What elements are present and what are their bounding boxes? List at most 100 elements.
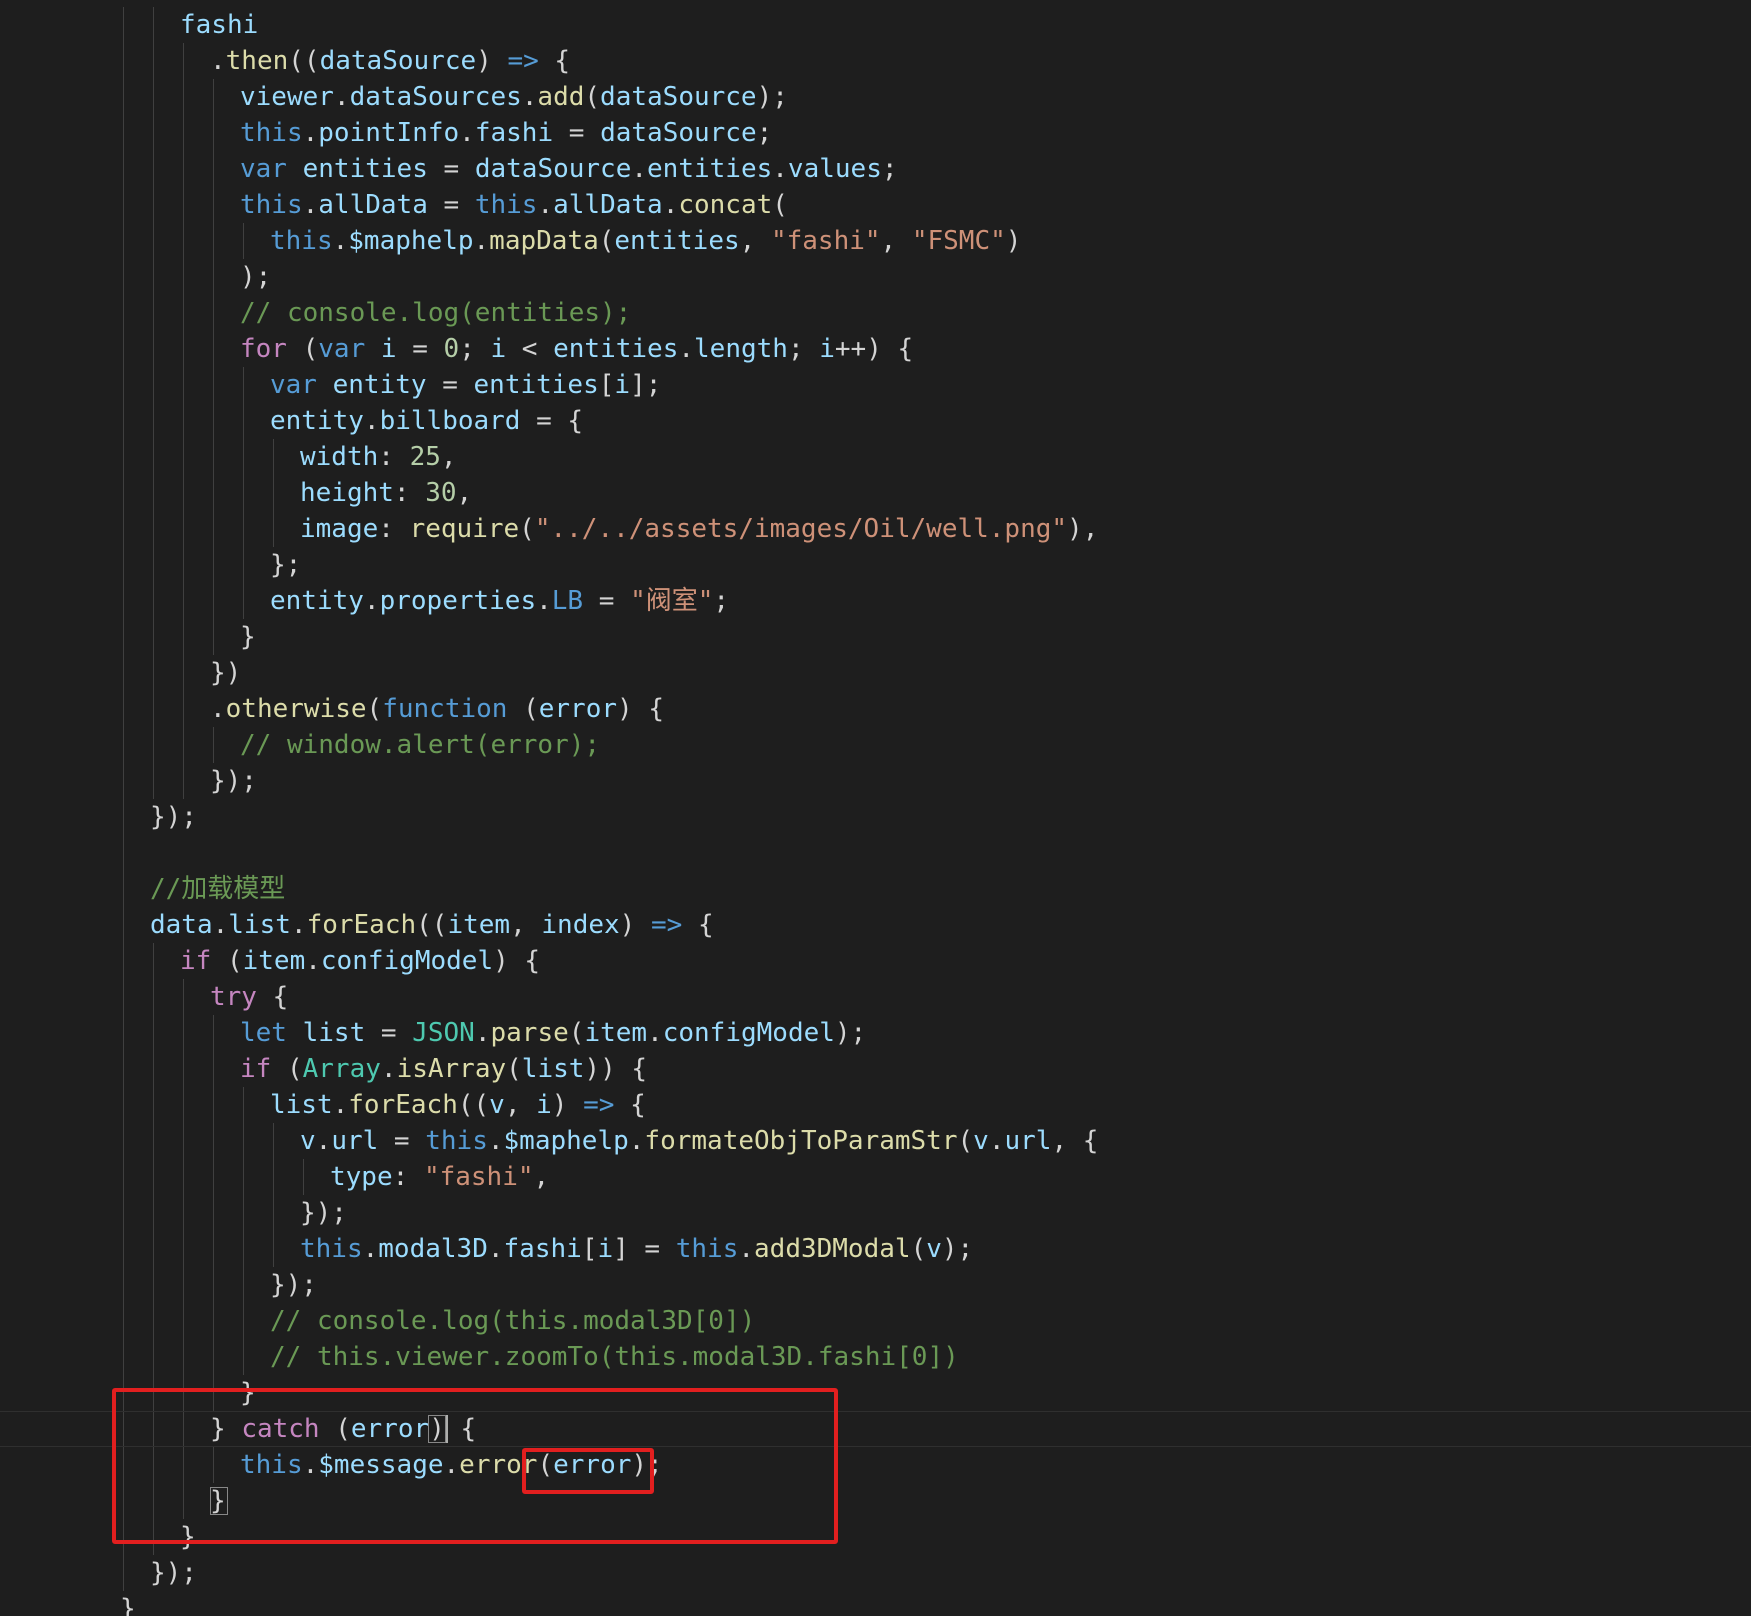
code-token: ( bbox=[772, 190, 788, 220]
code-line[interactable]: entity.properties.LB = "阀室"; bbox=[0, 583, 729, 619]
code-token: ; bbox=[756, 118, 773, 148]
code-token: list bbox=[228, 910, 291, 940]
code-token: . bbox=[333, 82, 350, 112]
code-token: type bbox=[330, 1162, 393, 1192]
code-token: . bbox=[678, 334, 695, 364]
code-line[interactable]: }; bbox=[0, 547, 301, 583]
code-token: mapData bbox=[489, 226, 599, 256]
code-line[interactable]: let list = JSON.parse(item.configModel); bbox=[0, 1015, 866, 1051]
code-line[interactable]: // window.alert(error); bbox=[0, 727, 600, 763]
code-token: viewer bbox=[240, 82, 334, 112]
code-line[interactable]: }); bbox=[0, 1195, 347, 1231]
code-token: for bbox=[240, 334, 287, 364]
code-line[interactable]: this.allData = this.allData.concat( bbox=[0, 187, 788, 223]
code-line[interactable]: list.forEach((v, i) => { bbox=[0, 1087, 646, 1123]
code-token: height bbox=[300, 478, 394, 508]
code-token: = bbox=[553, 118, 601, 148]
code-token: if bbox=[240, 1054, 272, 1084]
code-token: dataSources bbox=[349, 82, 522, 112]
code-line[interactable]: height: 30, bbox=[0, 475, 472, 511]
code-token: }); bbox=[150, 802, 197, 832]
code-line[interactable]: viewer.dataSources.add(dataSource); bbox=[0, 79, 788, 115]
code-token: require bbox=[409, 514, 520, 544]
code-line[interactable]: }); bbox=[0, 763, 257, 799]
code-token: ; bbox=[713, 586, 730, 616]
code-line[interactable]: } bbox=[0, 1591, 136, 1616]
code-token: }); bbox=[150, 1558, 197, 1588]
code-token: image bbox=[300, 514, 379, 544]
code-line[interactable]: .otherwise(function (error) { bbox=[0, 691, 664, 727]
code-token: if bbox=[180, 946, 212, 976]
code-token: }); bbox=[270, 1270, 317, 1300]
code-line[interactable]: if (Array.isArray(list)) { bbox=[0, 1051, 647, 1087]
code-token: data bbox=[150, 910, 213, 940]
code-token: LB bbox=[551, 586, 584, 616]
code-line[interactable]: v.url = this.$maphelp.formateObjToParamS… bbox=[0, 1123, 1098, 1159]
code-token: dataSource bbox=[319, 46, 477, 76]
code-line[interactable]: var entities = dataSource.entities.value… bbox=[0, 151, 898, 187]
code-token: list bbox=[270, 1090, 333, 1120]
code-token: . bbox=[536, 586, 552, 616]
code-line[interactable]: }); bbox=[0, 1267, 317, 1303]
code-line[interactable]: if (item.configModel) { bbox=[0, 943, 540, 979]
code-token: list bbox=[521, 1054, 585, 1084]
code-token: . bbox=[487, 1234, 504, 1264]
code-token: }); bbox=[300, 1198, 347, 1228]
catch-block-annotation-box bbox=[112, 1388, 838, 1544]
code-token: ( bbox=[507, 694, 539, 724]
code-line[interactable]: data.list.forEach((item, index) => { bbox=[0, 907, 714, 943]
code-token: . bbox=[363, 586, 380, 616]
code-token: concat bbox=[678, 190, 773, 220]
code-token: entity bbox=[332, 370, 427, 400]
code-line[interactable]: }); bbox=[0, 799, 197, 835]
code-line[interactable] bbox=[0, 835, 150, 871]
code-line[interactable]: entity.billboard = { bbox=[0, 403, 583, 439]
code-line[interactable]: ); bbox=[0, 259, 271, 295]
code-token: properties bbox=[379, 586, 537, 616]
code-token: }); bbox=[210, 766, 257, 796]
code-line[interactable]: // console.log(entities); bbox=[0, 295, 631, 331]
code-token: ( bbox=[910, 1234, 927, 1264]
code-line[interactable]: // this.viewer.zoomTo(this.modal3D.fashi… bbox=[0, 1339, 959, 1375]
code-line[interactable]: } bbox=[0, 619, 256, 655]
code-token: v bbox=[926, 1234, 942, 1264]
code-line[interactable]: type: "fashi", bbox=[0, 1159, 549, 1195]
code-token: } bbox=[120, 1594, 136, 1616]
code-token: . bbox=[210, 694, 226, 724]
code-token: v bbox=[489, 1090, 505, 1120]
code-line[interactable]: .then((dataSource) => { bbox=[0, 43, 570, 79]
code-token: ); bbox=[834, 1018, 867, 1048]
code-token: 0 bbox=[443, 334, 460, 364]
code-token: try bbox=[210, 982, 257, 1012]
code-line[interactable]: }) bbox=[0, 655, 241, 691]
code-line[interactable]: //加载模型 bbox=[0, 871, 285, 907]
code-line[interactable]: width: 25, bbox=[0, 439, 457, 475]
code-token: => bbox=[650, 910, 683, 940]
code-editor[interactable]: fashi .then((dataSource) => {viewer.dataS… bbox=[0, 0, 1751, 1616]
code-token: this bbox=[675, 1234, 739, 1264]
code-token: index bbox=[541, 910, 620, 940]
code-line[interactable]: var entity = entities[i]; bbox=[0, 367, 661, 403]
code-token: v bbox=[300, 1126, 316, 1156]
code-token: . bbox=[628, 1126, 645, 1156]
code-token: . bbox=[631, 154, 648, 184]
code-line[interactable]: }); bbox=[0, 1555, 197, 1591]
code-line[interactable]: fashi bbox=[0, 7, 258, 43]
code-token: { bbox=[256, 982, 289, 1012]
code-line[interactable]: // console.log(this.modal3D[0]) bbox=[0, 1303, 755, 1339]
code-line[interactable]: for (var i = 0; i < entities.length; i++… bbox=[0, 331, 913, 367]
code-line[interactable]: this.modal3D.fashi[i] = this.add3DModal(… bbox=[0, 1231, 973, 1267]
code-line[interactable]: try { bbox=[0, 979, 288, 1015]
code-token: ) bbox=[619, 910, 651, 940]
code-token: billboard bbox=[379, 406, 521, 436]
code-token: add bbox=[537, 82, 585, 112]
code-token: i bbox=[380, 334, 397, 364]
code-line[interactable]: this.pointInfo.fashi = dataSource; bbox=[0, 115, 772, 151]
code-line[interactable]: this.$maphelp.mapData(entities, "fashi",… bbox=[0, 223, 1021, 259]
code-token: Array bbox=[302, 1054, 381, 1084]
code-line[interactable]: image: require("../../assets/images/Oil/… bbox=[0, 511, 1098, 547]
code-token: ++) { bbox=[834, 334, 914, 364]
code-token: this bbox=[300, 1234, 363, 1264]
code-token: "FSMC" bbox=[911, 226, 1006, 256]
code-token: add3DModal bbox=[754, 1234, 911, 1264]
